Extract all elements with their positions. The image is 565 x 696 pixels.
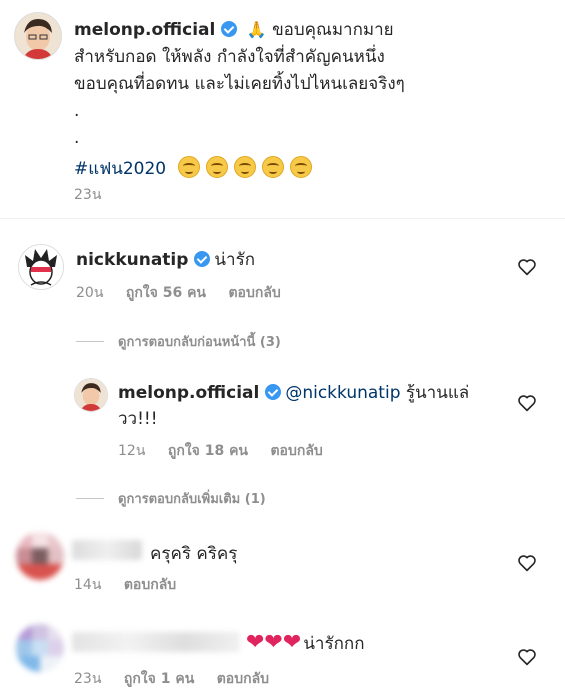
comment-time[interactable]: 23น <box>74 671 101 687</box>
avatar-image <box>16 624 64 672</box>
red-heart-emoji: ❤❤❤ <box>246 630 302 655</box>
reply-likes[interactable]: ถูกใจ 18 คน <box>168 443 248 459</box>
caption-line-2: สำหรับกอด ให้พลัง กำลังใจที่สำคัญคนหนึ่ง <box>74 47 385 67</box>
reply-button[interactable]: ตอบกลับ <box>217 671 269 687</box>
comment-avatar[interactable] <box>16 532 64 580</box>
view-previous-replies-label: ดูการตอบกลับก่อนหน้านี้ (3) <box>118 335 281 350</box>
comment-avatar[interactable] <box>16 624 64 672</box>
reply-text-b: วว!!! <box>118 409 158 429</box>
verified-badge-icon <box>221 21 238 37</box>
avatar-image <box>16 532 64 580</box>
reply-username[interactable]: melonp.official <box>118 383 259 403</box>
comment-text: น่ารัก <box>214 250 256 270</box>
smile-emoji-icon <box>177 156 200 178</box>
hashtag-link[interactable]: #แฟน2020 <box>74 159 166 179</box>
avatar-image <box>19 245 63 289</box>
comment-text: น่ารักกก <box>303 634 365 654</box>
avatar-image <box>15 13 61 59</box>
like-heart-icon[interactable] <box>517 648 537 666</box>
smile-emoji-icon <box>205 156 228 178</box>
hashtag-line: #แฟน2020 <box>74 156 544 183</box>
caption-line-1: ขอบคุณมากมาย <box>272 20 394 40</box>
comment-meta: 14น ตอบกลับ <box>74 574 194 596</box>
reply-button[interactable]: ตอบกลับ <box>270 443 322 459</box>
verified-badge-icon <box>194 251 211 267</box>
comment-text: ครุคริ คริครุ <box>150 544 238 564</box>
smile-emoji-icon <box>289 156 312 178</box>
prayer-emoji: 🙏 <box>246 20 267 39</box>
post-caption: melonp.official 🙏 ขอบคุณมากมาย สำหรับกอด… <box>74 16 544 183</box>
comment-meta: 20น ถูกใจ 56 คน ตอบกลับ <box>76 282 299 304</box>
caption-first-line: melonp.official 🙏 ขอบคุณมากมาย <box>74 16 544 44</box>
blurred-username <box>72 632 240 652</box>
blurred-username <box>72 540 142 560</box>
reply-button[interactable]: ตอบกลับ <box>124 577 176 593</box>
like-heart-icon[interactable] <box>517 394 537 412</box>
reply-body: melonp.official @nickkunatip รู้นานแล่ วว… <box>118 380 498 432</box>
comment-body: nickkunatip น่ารัก <box>76 246 255 273</box>
caption-dot-2: . <box>74 128 80 148</box>
post-username[interactable]: melonp.official <box>74 20 215 40</box>
reply-avatar[interactable] <box>74 378 108 412</box>
avatar-image <box>75 379 107 411</box>
view-more-replies-link[interactable]: ดูการตอบกลับเพิ่มเติม (1) <box>76 488 266 509</box>
mention-link[interactable]: @nickkunatip <box>285 383 400 403</box>
comment-time[interactable]: 14น <box>74 577 101 593</box>
view-more-replies-label: ดูการตอบกลับเพิ่มเติม (1) <box>118 492 266 507</box>
reply-time[interactable]: 12น <box>118 443 145 459</box>
comment-text-line: ❤❤❤ น่ารักกก <box>246 630 365 657</box>
post-avatar[interactable] <box>14 12 62 60</box>
caption-dot-1: . <box>74 101 80 121</box>
reply-first-line: melonp.official @nickkunatip รู้นานแล่ <box>118 380 498 406</box>
reply-dash <box>76 498 104 499</box>
caption-line-3: ขอบคุณที่อดทน และไม่เคยทิ้งไปไหนเลยจริงๆ <box>74 74 405 94</box>
comment-avatar[interactable] <box>18 244 64 290</box>
comment-time[interactable]: 20น <box>76 285 103 301</box>
like-heart-icon[interactable] <box>517 258 537 276</box>
comment-likes[interactable]: ถูกใจ 56 คน <box>126 285 206 301</box>
view-previous-replies-link[interactable]: ดูการตอบกลับก่อนหน้านี้ (3) <box>76 331 281 352</box>
divider <box>0 218 565 219</box>
reply-button[interactable]: ตอบกลับ <box>228 285 280 301</box>
post-time[interactable]: 23น <box>74 184 101 206</box>
smile-emoji-icon <box>233 156 256 178</box>
smile-emoji-icon <box>261 156 284 178</box>
comment-meta: 23น ถูกใจ 1 คน ตอบกลับ <box>74 668 287 690</box>
reply-dash <box>76 341 104 342</box>
reply-meta: 12น ถูกใจ 18 คน ตอบกลับ <box>118 440 341 462</box>
comment-username[interactable]: nickkunatip <box>76 250 188 270</box>
verified-badge-icon <box>265 384 282 400</box>
comment-likes[interactable]: ถูกใจ 1 คน <box>124 671 194 687</box>
like-heart-icon[interactable] <box>517 554 537 572</box>
reply-text-a: รู้นานแล่ <box>405 383 470 403</box>
